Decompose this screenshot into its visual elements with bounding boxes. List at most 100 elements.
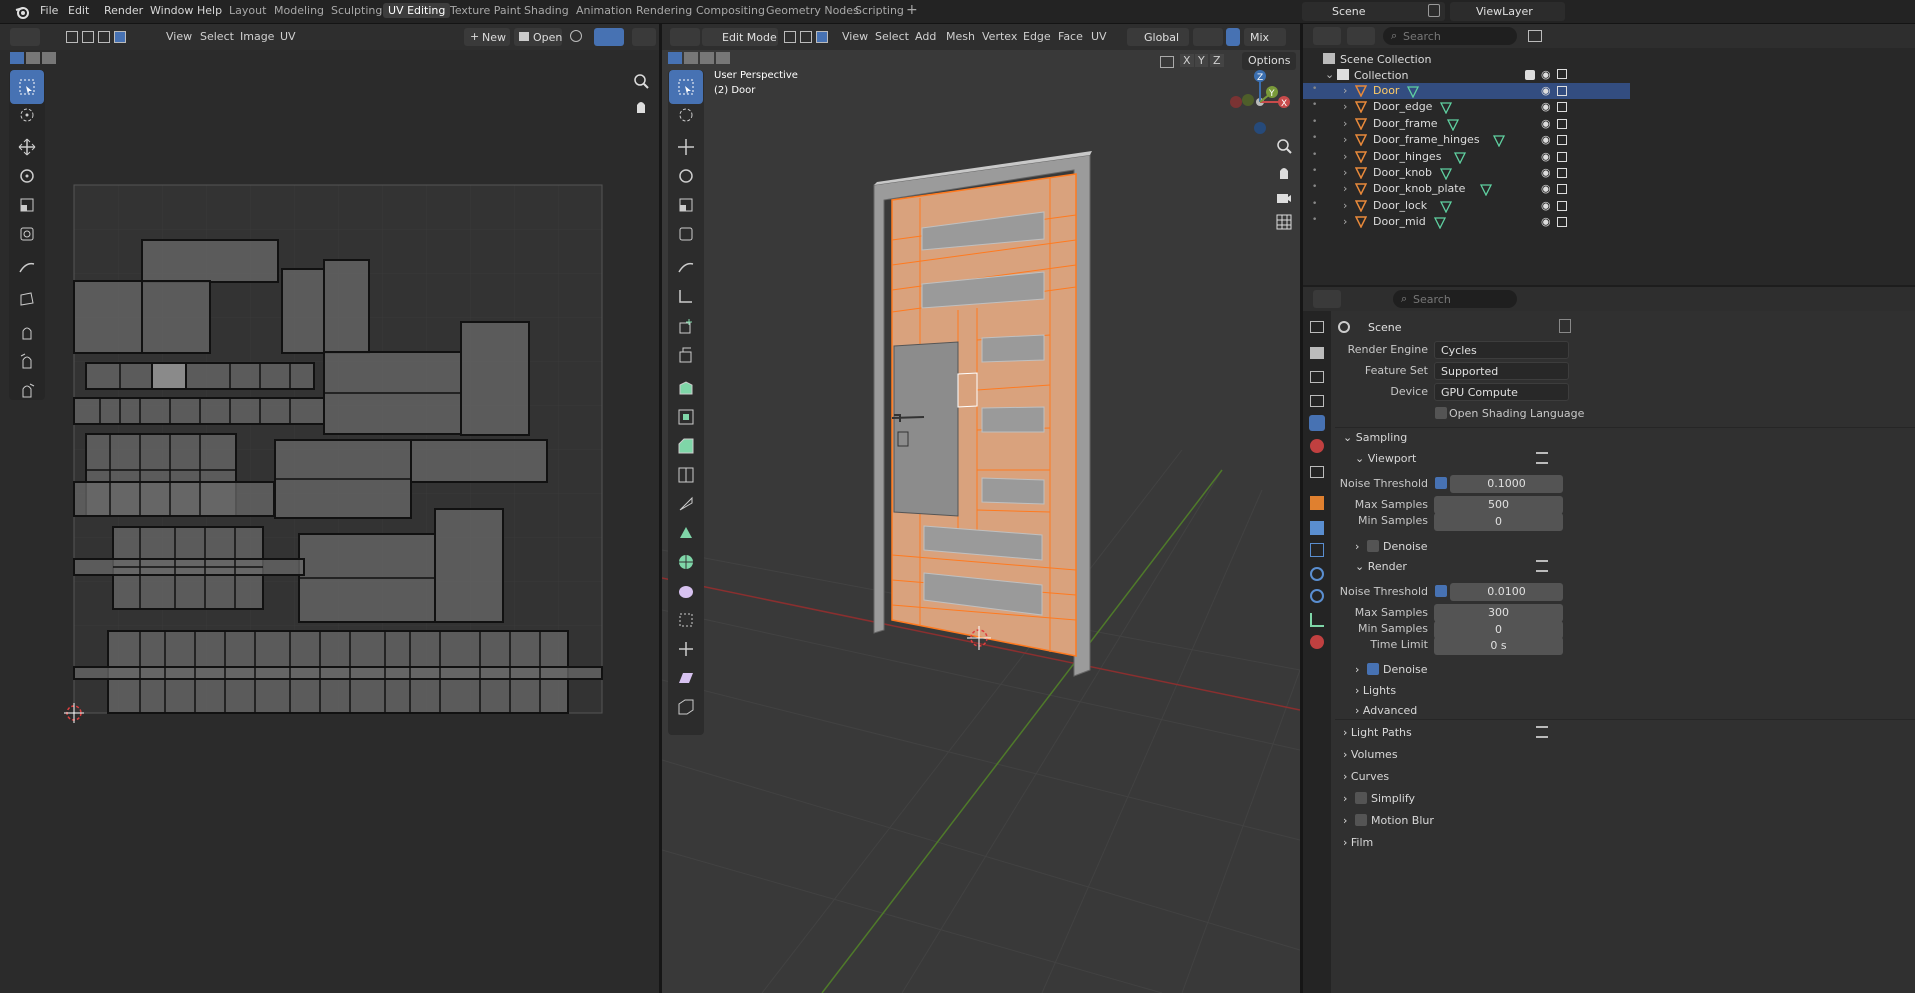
eye-icon[interactable]: ◉ <box>1541 100 1551 113</box>
measure-tool[interactable] <box>669 279 703 313</box>
uv-menu-view[interactable]: View <box>166 30 192 43</box>
time-limit-field[interactable]: 0 s <box>1434 637 1563 655</box>
view-layer-tab-icon[interactable] <box>1310 395 1324 407</box>
mesh-data-icon[interactable] <box>1440 201 1453 213</box>
osl-checkbox[interactable] <box>1435 407 1447 419</box>
render-presets-icon[interactable] <box>1536 560 1548 572</box>
outliner-item[interactable]: • › Door_frame ◉ <box>1303 116 1630 132</box>
render-camera-icon[interactable] <box>1557 151 1567 162</box>
tab-texture-paint[interactable]: Texture Paint <box>450 4 521 17</box>
uv-menu-image[interactable]: Image <box>240 30 274 43</box>
outliner-item[interactable]: • › Door_frame_hinges ◉ <box>1303 132 1630 148</box>
island-select-icon[interactable] <box>114 31 126 43</box>
open-image-button[interactable]: Open <box>514 28 562 46</box>
eye-icon[interactable]: ◉ <box>1541 68 1551 81</box>
world-tab-icon[interactable] <box>1310 439 1324 453</box>
feature-set-dropdown[interactable]: Supported <box>1434 362 1569 380</box>
tab-rendering[interactable]: Rendering <box>636 4 692 17</box>
visibility-dot-icon[interactable]: • <box>1312 100 1317 110</box>
visibility-dot-icon[interactable]: • <box>1312 150 1317 160</box>
tab-shading[interactable]: Shading <box>524 4 569 17</box>
expand-chevron-icon[interactable]: › <box>1343 100 1347 113</box>
menu-render[interactable]: Render <box>104 4 143 17</box>
render-tab-icon[interactable] <box>1310 347 1324 359</box>
outliner-item[interactable]: • › Door_knob ◉ <box>1303 165 1630 181</box>
mesh-data-icon[interactable] <box>1480 184 1492 197</box>
blender-logo-icon[interactable] <box>14 4 30 20</box>
tab-sculpting[interactable]: Sculpting <box>331 4 382 17</box>
expand-chevron-icon[interactable]: › <box>1343 117 1347 130</box>
expand-chevron-icon[interactable]: › <box>1343 215 1347 228</box>
r-denoise-subpanel-header[interactable]: › <box>1355 663 1359 676</box>
expand-chevron-icon[interactable]: › <box>1343 199 1347 212</box>
outliner-item[interactable]: • › Door_hinges ◉ <box>1303 149 1630 165</box>
render-camera-icon[interactable] <box>1557 135 1567 146</box>
camera-icon[interactable] <box>1557 69 1567 79</box>
outliner-item[interactable]: • › Door_edge ◉ <box>1303 99 1630 115</box>
mesh-data-icon[interactable] <box>1453 151 1466 164</box>
film-panel-header[interactable]: › Film <box>1343 836 1373 849</box>
vp-menu-select[interactable]: Select <box>875 30 909 43</box>
render-camera-icon[interactable] <box>1557 118 1567 129</box>
navigation-gizmo[interactable]: Z X Y <box>1226 68 1298 140</box>
motion-blur-panel-header[interactable]: › <box>1343 814 1347 827</box>
tab-layout[interactable]: Layout <box>229 4 266 17</box>
properties-search[interactable]: ⌕ Search <box>1393 290 1517 308</box>
data-tab-icon[interactable] <box>1310 613 1324 627</box>
eye-icon[interactable]: ◉ <box>1541 182 1551 195</box>
tab-geometry-nodes[interactable]: Geometry Nodes <box>766 4 859 17</box>
eye-icon[interactable]: ◉ <box>1541 133 1551 146</box>
simplify-checkbox[interactable] <box>1355 792 1367 804</box>
r-max-samples-field[interactable]: 300 <box>1434 604 1563 622</box>
expand-chevron-icon[interactable]: › <box>1343 84 1347 97</box>
render-engine-dropdown[interactable]: Cycles <box>1434 341 1569 359</box>
simplify-panel-header[interactable]: › <box>1343 792 1347 805</box>
render-camera-icon[interactable] <box>1557 184 1567 195</box>
mesh-data-icon[interactable] <box>1440 102 1453 115</box>
outliner-editor-type-icon[interactable] <box>1313 27 1341 45</box>
scene-selector[interactable]: Scene <box>1302 2 1445 21</box>
vp-menu-uv[interactable]: UV <box>1091 30 1107 43</box>
vp-denoise-checkbox[interactable] <box>1367 540 1379 552</box>
outliner-item[interactable]: • › Door_mid ◉ <box>1303 214 1630 230</box>
uv-canvas[interactable] <box>0 50 659 993</box>
uv-overlays-icon[interactable] <box>632 28 656 46</box>
extrude-tool[interactable] <box>669 338 703 372</box>
light-paths-panel-header[interactable]: › Light Paths <box>1343 726 1412 739</box>
vp-transform-tool[interactable] <box>669 217 703 251</box>
output-tab-icon[interactable] <box>1310 371 1324 383</box>
display-mode-icon[interactable] <box>1347 27 1375 45</box>
vertex-select-icon[interactable] <box>66 31 78 43</box>
vp-menu-view[interactable]: View <box>842 30 868 43</box>
lights-subpanel-header[interactable]: › Lights <box>1355 684 1396 697</box>
r-denoise-checkbox[interactable] <box>1367 663 1379 675</box>
vp-noise-threshold-field[interactable]: 0.1000 <box>1450 475 1563 493</box>
visibility-dot-icon[interactable]: • <box>1312 117 1317 127</box>
expand-chevron-icon[interactable]: › <box>1343 166 1347 179</box>
eye-icon[interactable]: ◉ <box>1541 166 1551 179</box>
vp-zoom-icon[interactable] <box>1276 138 1292 154</box>
viewport-presets-icon[interactable] <box>1536 452 1548 464</box>
viewlayer-selector[interactable]: ViewLayer <box>1450 2 1565 21</box>
constraints-tab-icon[interactable] <box>1310 589 1324 603</box>
expand-chevron-icon[interactable]: › <box>1343 133 1347 146</box>
visibility-dot-icon[interactable]: • <box>1312 215 1317 225</box>
r-noise-threshold-field[interactable]: 0.0100 <box>1450 583 1563 601</box>
tab-scripting[interactable]: Scripting <box>855 4 904 17</box>
eye-icon[interactable]: ◉ <box>1541 84 1551 97</box>
collection-tab-icon[interactable] <box>1310 466 1324 478</box>
advanced-subpanel-header[interactable]: › Advanced <box>1355 704 1417 717</box>
outliner-search[interactable]: ⌕ Search <box>1383 27 1517 45</box>
expand-chevron-icon[interactable]: › <box>1343 150 1347 163</box>
uv-menu-select[interactable]: Select <box>200 30 234 43</box>
render-camera-icon[interactable] <box>1557 102 1567 113</box>
r-noise-threshold-checkbox[interactable] <box>1435 585 1447 597</box>
editor-type-uv-icon[interactable] <box>10 28 40 46</box>
viewport-scene[interactable] <box>662 50 1300 993</box>
uv-menu-uv[interactable]: UV <box>280 30 296 43</box>
render-camera-icon[interactable] <box>1557 168 1567 178</box>
eye-icon[interactable]: ◉ <box>1541 199 1551 212</box>
vp-denoise-subpanel-header[interactable]: › <box>1355 540 1359 553</box>
mesh-data-icon[interactable] <box>1433 217 1446 230</box>
filter-icon[interactable] <box>1528 30 1542 42</box>
